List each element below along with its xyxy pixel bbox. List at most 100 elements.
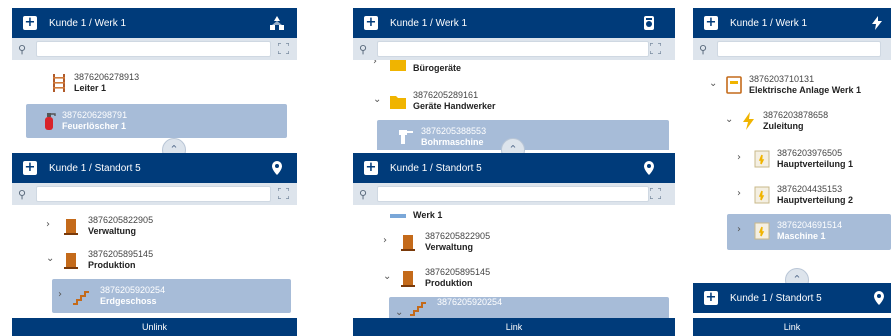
expand-icon[interactable] bbox=[650, 188, 661, 199]
hierarchy-icon[interactable] bbox=[269, 15, 285, 31]
list-item[interactable]: › 3876205822905 Verwaltung bbox=[353, 225, 675, 259]
item-name: Erdgeschoss bbox=[100, 296, 157, 306]
item-number: 3876206278913 bbox=[74, 72, 140, 82]
distribution-box-icon bbox=[754, 222, 770, 240]
list-item[interactable]: ⌄ 3876203710131 Elektrische Anlage Werk … bbox=[693, 68, 891, 102]
location-pin-icon[interactable] bbox=[641, 160, 657, 176]
chevron-right-icon[interactable]: › bbox=[737, 188, 747, 199]
chevron-down-icon[interactable]: ⌄ bbox=[383, 271, 393, 282]
item-name: Verwaltung bbox=[425, 242, 474, 252]
device-icon[interactable] bbox=[641, 15, 657, 31]
search-input[interactable] bbox=[717, 41, 881, 57]
list-item-selected[interactable]: › 3876204691514 Maschine 1 bbox=[727, 214, 891, 250]
expand-icon[interactable] bbox=[278, 188, 289, 199]
list-item[interactable]: › 3876204435153 Hauptverteilung 2 bbox=[693, 178, 891, 212]
list-item[interactable]: 3876206278913 Leiter 1 bbox=[12, 66, 297, 100]
item-number: 3876203710131 bbox=[749, 74, 815, 84]
add-icon[interactable]: + bbox=[704, 16, 718, 30]
folder-icon bbox=[390, 96, 406, 109]
list-item-selected[interactable]: › 3876205920254 Erdgeschoss bbox=[52, 279, 291, 313]
search-icon: ⚲ bbox=[699, 42, 708, 56]
expand-icon[interactable] bbox=[278, 43, 289, 54]
chevron-down-icon[interactable]: ⌄ bbox=[725, 114, 735, 125]
top-panel-title: Kunde 1 / Werk 1 bbox=[390, 17, 468, 29]
factory-icon bbox=[390, 214, 406, 218]
add-icon[interactable]: + bbox=[23, 16, 37, 30]
chevron-right-icon[interactable]: › bbox=[737, 152, 747, 163]
item-number: 3876203976505 bbox=[777, 148, 843, 158]
link-button[interactable]: Link bbox=[353, 318, 675, 336]
screen-link-electrical: + Kunde 1 / Werk 1 ⚲ ⌄ 3876203710131 Ele… bbox=[693, 0, 891, 336]
building-icon bbox=[401, 235, 415, 251]
fire-extinguisher-icon bbox=[45, 113, 56, 130]
unlink-button[interactable]: Unlink bbox=[12, 318, 297, 336]
item-name: Feuerlöscher 1 bbox=[62, 121, 127, 131]
item-name: Bürogeräte bbox=[413, 63, 462, 73]
item-name: Maschine 1 bbox=[777, 231, 826, 241]
top-list: 3876206278913 Leiter 1 3876206298791 Feu… bbox=[12, 60, 297, 150]
chevron-right-icon[interactable]: › bbox=[58, 289, 68, 300]
item-name: Hauptverteilung 2 bbox=[777, 195, 854, 205]
ladder-icon bbox=[53, 74, 65, 92]
list-item[interactable]: ⌄ 3876203878658 Zuleitung bbox=[693, 104, 891, 138]
tree-list: ⌄ 3876203710131 Elektrische Anlage Werk … bbox=[693, 60, 891, 282]
top-panel-title: Kunde 1 / Werk 1 bbox=[730, 17, 808, 29]
search-icon: ⚲ bbox=[359, 187, 368, 201]
list-item[interactable]: ⌄ 3876205895145 Produktion bbox=[353, 261, 675, 295]
item-number: 3876206298791 bbox=[62, 110, 128, 120]
chevron-down-icon[interactable]: ⌄ bbox=[373, 94, 383, 105]
chevron-down-icon[interactable]: ⌄ bbox=[395, 307, 405, 318]
list-item[interactable]: › 3876205822905 Verwaltung bbox=[12, 209, 297, 243]
item-name: Verwaltung bbox=[88, 226, 137, 236]
list-item[interactable]: ⌄ 3876205289161 Geräte Handwerker bbox=[353, 84, 675, 118]
search-input[interactable] bbox=[377, 186, 649, 202]
list-item[interactable]: Werk 1 bbox=[353, 205, 675, 227]
expand-icon[interactable] bbox=[650, 43, 661, 54]
stairs-icon bbox=[410, 302, 426, 316]
link-button[interactable]: Link bbox=[693, 318, 891, 336]
item-name: Werk 1 bbox=[413, 210, 443, 220]
item-number: 3876203878658 bbox=[763, 110, 829, 120]
top-panel-header: + Kunde 1 / Werk 1 bbox=[693, 8, 891, 38]
add-icon[interactable]: + bbox=[364, 161, 378, 175]
chevron-right-icon[interactable]: › bbox=[46, 219, 56, 230]
chevron-right-icon[interactable]: › bbox=[383, 235, 393, 246]
chevron-down-icon[interactable]: ⌄ bbox=[46, 253, 56, 264]
top-panel-header: + Kunde 1 / Werk 1 bbox=[12, 8, 297, 38]
location-pin-icon[interactable] bbox=[871, 290, 887, 306]
building-icon bbox=[64, 219, 78, 235]
chevron-right-icon[interactable]: › bbox=[737, 224, 747, 235]
search-bar: ⚲ bbox=[693, 38, 891, 60]
location-pin-icon[interactable] bbox=[269, 160, 285, 176]
search-input[interactable] bbox=[36, 186, 271, 202]
item-number: 3876204691514 bbox=[777, 220, 843, 230]
chevron-down-icon[interactable]: ⌄ bbox=[709, 78, 719, 89]
item-number: 3876205920254 bbox=[100, 285, 166, 295]
distribution-box-icon bbox=[754, 150, 770, 168]
item-name: Zuleitung bbox=[763, 121, 804, 131]
add-icon[interactable]: + bbox=[704, 291, 718, 305]
top-list: › Bürogeräte ⌄ 3876205289161 Geräte Hand… bbox=[353, 60, 675, 150]
bottom-list: Werk 1 › 3876205822905 Verwaltung ⌄ 3876… bbox=[353, 205, 675, 318]
search-input[interactable] bbox=[377, 41, 649, 57]
bottom-panel-header: + Kunde 1 / Standort 5 bbox=[353, 153, 675, 183]
bottom-panel-title: Kunde 1 / Standort 5 bbox=[730, 292, 822, 304]
bottom-panel-title: Kunde 1 / Standort 5 bbox=[390, 162, 482, 174]
item-number: 3876205388553 bbox=[421, 126, 487, 136]
search-bar: ⚲ bbox=[12, 183, 297, 205]
add-icon[interactable]: + bbox=[364, 16, 378, 30]
list-item[interactable]: › 3876203976505 Hauptverteilung 1 bbox=[693, 142, 891, 176]
search-icon: ⚲ bbox=[18, 187, 27, 201]
list-item[interactable]: ⌄ 3876205895145 Produktion bbox=[12, 243, 297, 277]
add-icon[interactable]: + bbox=[23, 161, 37, 175]
lightning-icon[interactable] bbox=[869, 15, 885, 31]
chevron-right-icon[interactable]: › bbox=[373, 60, 383, 67]
item-number: 3876205822905 bbox=[425, 231, 491, 241]
search-input[interactable] bbox=[36, 41, 271, 57]
list-item-selected[interactable]: 3876206298791 Feuerlöscher 1 bbox=[26, 104, 287, 138]
list-item-selected[interactable]: ⌄ 3876205920254 bbox=[389, 297, 669, 318]
item-name: Elektrische Anlage Werk 1 bbox=[749, 85, 862, 95]
bottom-panel-title: Kunde 1 / Standort 5 bbox=[49, 162, 141, 174]
list-item[interactable]: › Bürogeräte bbox=[353, 60, 675, 80]
bottom-panel-header: + Kunde 1 / Standort 5 bbox=[693, 283, 891, 313]
